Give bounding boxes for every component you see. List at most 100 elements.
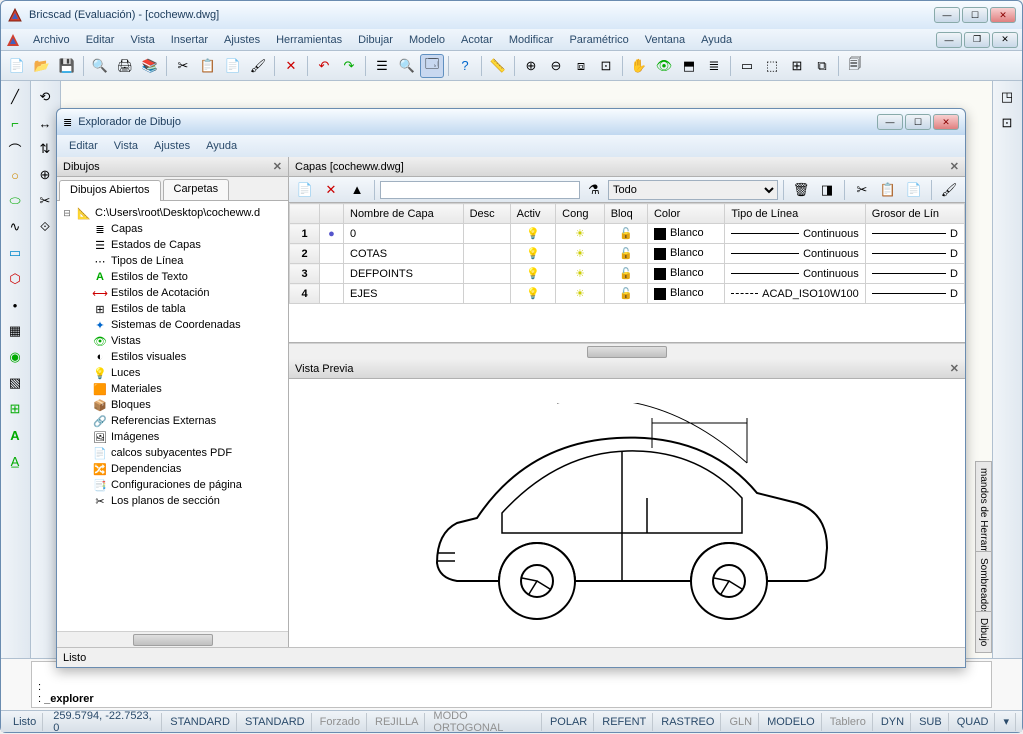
tree-item-section[interactable]: ✂ Los planos de sección <box>61 493 284 509</box>
rtool-1-icon[interactable]: ◳ <box>995 85 1019 109</box>
explorer-menu-ajustes[interactable]: Ajustes <box>146 138 198 154</box>
line-icon[interactable]: ╱ <box>3 85 27 109</box>
doc-minimize-button[interactable]: — <box>936 32 962 48</box>
layer-icon[interactable]: ≣ <box>702 54 726 78</box>
tree-item-layers[interactable]: ≣ Capas <box>61 221 284 237</box>
tree-item-table-style[interactable]: ⊞ Estilos de tabla <box>61 301 284 317</box>
status-dyn[interactable]: DYN <box>875 713 911 731</box>
sun-icon[interactable]: ☀ <box>556 244 605 264</box>
sun-icon[interactable]: ☀ <box>556 224 605 244</box>
measure-icon[interactable]: 📏 <box>486 54 510 78</box>
tree-item-layer-states[interactable]: ☰ Estados de Capas <box>61 237 284 253</box>
circle-icon[interactable]: ○ <box>3 163 27 187</box>
invert-icon[interactable]: ◨ <box>815 178 839 202</box>
command-line[interactable]: : : _explorer <box>31 661 992 708</box>
side-tab-draw[interactable]: Dibujo <box>975 611 992 653</box>
mtext-icon[interactable]: A̲ <box>3 449 27 473</box>
sun-icon[interactable]: ☀ <box>556 264 605 284</box>
layers-panel-close-icon[interactable]: ✕ <box>950 160 959 173</box>
col-9[interactable]: Grosor de Lín <box>865 204 964 224</box>
menu-insertar[interactable]: Insertar <box>163 32 216 48</box>
sun-icon[interactable]: ☀ <box>556 284 605 304</box>
filter-icon[interactable]: ⚗ <box>582 178 606 202</box>
tree-item-materials[interactable]: 🟧 Materiales <box>61 381 284 397</box>
copy-layer-icon[interactable]: 📋 <box>876 178 900 202</box>
status-forzado[interactable]: Forzado <box>314 713 367 731</box>
status-std2[interactable]: STANDARD <box>239 713 312 731</box>
status-coords[interactable]: 259.5794, -22.7523, 0 <box>47 713 162 731</box>
status-rastreo[interactable]: RASTREO <box>655 713 721 731</box>
print-icon[interactable]: 🖨 <box>113 54 137 78</box>
layer-row[interactable]: 2 COTAS 💡 ☀ 🔓 Blanco Continuous D <box>290 244 965 264</box>
tool-e-icon[interactable]: 🗐 <box>843 54 867 78</box>
modify-3-icon[interactable]: ⇅ <box>33 137 57 161</box>
tree-item-coord-sys[interactable]: ✦ Sistemas de Coordenadas <box>61 317 284 333</box>
polygon-icon[interactable]: ⬡ <box>3 267 27 291</box>
col-3[interactable]: Desc <box>463 204 510 224</box>
tree-item-pdf[interactable]: 📄 calcos subyacentes PDF <box>61 445 284 461</box>
tree-item-page-setup[interactable]: 📑 Configuraciones de página <box>61 477 284 493</box>
lock-icon[interactable]: 🔓 <box>604 284 647 304</box>
ucs-icon[interactable]: ⬒ <box>677 54 701 78</box>
table-scrollbar[interactable] <box>289 343 965 359</box>
tree-item-text-style[interactable]: A Estilos de Texto <box>61 269 284 285</box>
status-refent[interactable]: REFENT <box>596 713 653 731</box>
explorer-maximize-button[interactable]: ☐ <box>905 114 931 130</box>
status-polar[interactable]: POLAR <box>544 713 594 731</box>
status-modelo[interactable]: MODELO <box>761 713 822 731</box>
status-std1[interactable]: STANDARD <box>164 713 237 731</box>
drawings-panel-close-icon[interactable]: ✕ <box>273 160 282 173</box>
layer-filter-select[interactable]: Todo <box>608 180 778 200</box>
bulb-icon[interactable]: 💡 <box>510 284 556 304</box>
menu-vista[interactable]: Vista <box>122 32 162 48</box>
table-icon[interactable]: ⊞ <box>3 397 27 421</box>
boundary-icon[interactable]: ▧ <box>3 371 27 395</box>
layer-row[interactable]: 3 DEFPOINTS 💡 ☀ 🔓 Blanco Continuous D <box>290 264 965 284</box>
status-modo ortogonal[interactable]: MODO ORTOGONAL <box>427 713 542 731</box>
tree-item-dim-style[interactable]: ⟷ Estilos de Acotación <box>61 285 284 301</box>
delete-layer-icon[interactable]: ✕ <box>319 178 343 202</box>
col-6[interactable]: Bloq <box>604 204 647 224</box>
tool-c-icon[interactable]: ⊞ <box>785 54 809 78</box>
tree-item-deps[interactable]: 🔀 Dependencias <box>61 461 284 477</box>
modify-1-icon[interactable]: ⟲ <box>33 85 57 109</box>
menu-editar[interactable]: Editar <box>78 32 123 48</box>
cut-icon[interactable]: ✂ <box>171 54 195 78</box>
maximize-button[interactable]: ☐ <box>962 7 988 23</box>
tool-b-icon[interactable]: ⬚ <box>760 54 784 78</box>
polyline-icon[interactable]: ⌐ <box>3 111 27 135</box>
col-8[interactable]: Tipo de Línea <box>725 204 865 224</box>
explorer-menu-ayuda[interactable]: Ayuda <box>198 138 245 154</box>
status-gln[interactable]: GLN <box>723 713 759 731</box>
status-tablero[interactable]: Tablero <box>824 713 873 731</box>
paste-icon[interactable]: 📄 <box>221 54 245 78</box>
menu-ayuda[interactable]: Ayuda <box>693 32 740 48</box>
menu-herramientas[interactable]: Herramientas <box>268 32 350 48</box>
bulb-icon[interactable]: 💡 <box>510 224 556 244</box>
col-4[interactable]: Activ <box>510 204 556 224</box>
brush-icon[interactable]: 🖌 <box>937 178 961 202</box>
layer-row[interactable]: 4 EJES 💡 ☀ 🔓 Blanco ACAD_ISO10W100 D <box>290 284 965 304</box>
bulb-icon[interactable]: 💡 <box>510 264 556 284</box>
hatch-icon[interactable]: ▦ <box>3 319 27 343</box>
col-7[interactable]: Color <box>647 204 724 224</box>
copy-icon[interactable]: 📋 <box>196 54 220 78</box>
lock-icon[interactable]: 🔓 <box>604 264 647 284</box>
tree-item-views[interactable]: 👁 Vistas <box>61 333 284 349</box>
explorer-minimize-button[interactable]: — <box>877 114 903 130</box>
modify-5-icon[interactable]: ✂ <box>33 189 57 213</box>
col-5[interactable]: Cong <box>556 204 605 224</box>
bulb-icon[interactable]: 💡 <box>510 244 556 264</box>
minimize-button[interactable]: — <box>934 7 960 23</box>
tree-root[interactable]: ⊟ 📐 C:\Users\root\Desktop\cocheww.d <box>61 205 284 221</box>
print-preview-icon[interactable]: 🔍 <box>88 54 112 78</box>
zoom-window-icon[interactable]: ⧈ <box>569 54 593 78</box>
match-icon[interactable]: 🖌 <box>246 54 270 78</box>
rtool-2-icon[interactable]: ⊡ <box>995 111 1019 135</box>
menu-modelo[interactable]: Modelo <box>401 32 453 48</box>
modify-6-icon[interactable]: ⟐ <box>33 215 57 239</box>
explorer-menu-vista[interactable]: Vista <box>106 138 146 154</box>
point-icon[interactable]: • <box>3 293 27 317</box>
explorer-menu-editar[interactable]: Editar <box>61 138 106 154</box>
col-2[interactable]: Nombre de Capa <box>344 204 464 224</box>
